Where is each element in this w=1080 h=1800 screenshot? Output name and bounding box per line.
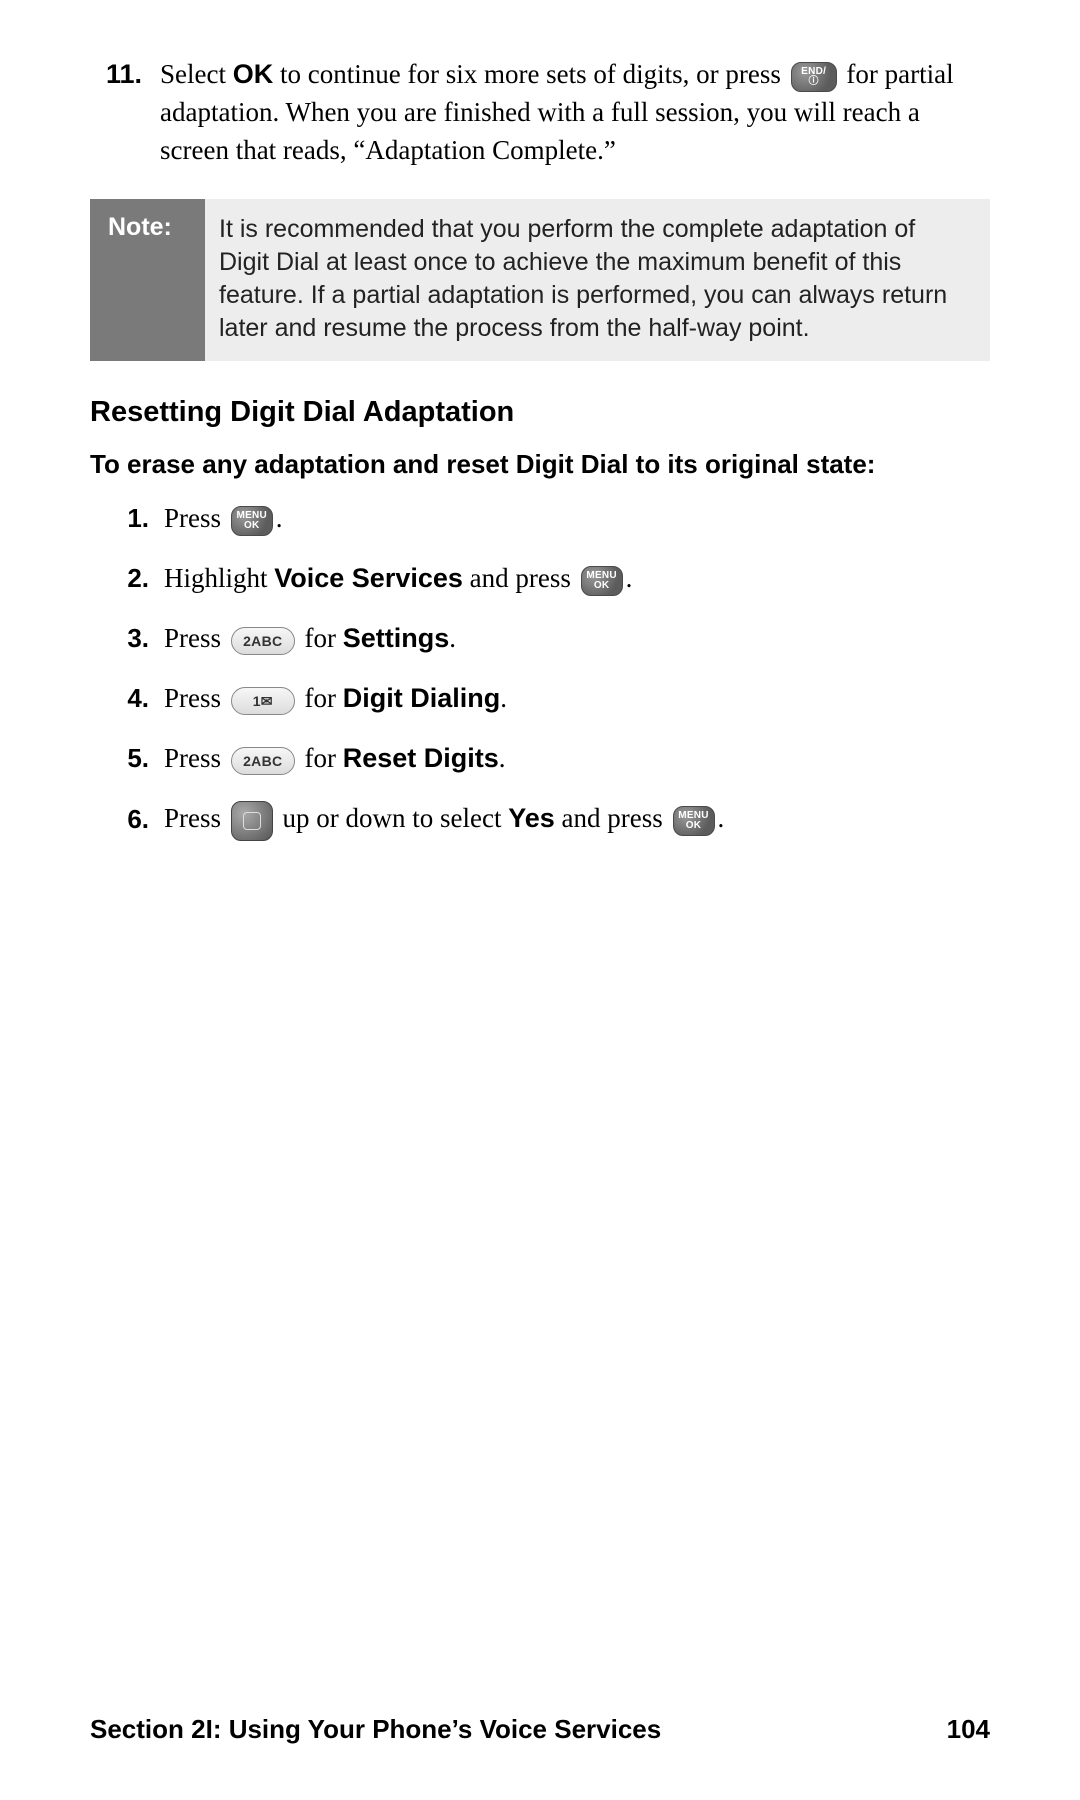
s1-a: Press xyxy=(164,503,228,533)
reset-step-6-text: Press up or down to select Yes and press… xyxy=(164,798,724,841)
s2-b: and press xyxy=(463,563,578,593)
key-1-icon: 1✉ xyxy=(231,687,295,715)
s2-c: . xyxy=(626,563,633,593)
reset-step-3: 3. Press 2ABC for Settings. xyxy=(124,618,990,658)
s3-b: for xyxy=(298,623,343,653)
step-11-number: 11. xyxy=(100,55,160,169)
reset-step-6-num: 6. xyxy=(124,804,164,835)
s3-bold: Settings xyxy=(343,623,450,653)
s4-b: for xyxy=(298,683,343,713)
s1-b: . xyxy=(276,503,283,533)
s4-a: Press xyxy=(164,683,228,713)
s5-a: Press xyxy=(164,743,228,773)
s6-c: and press xyxy=(555,803,670,833)
reset-step-4-text: Press 1✉ for Digit Dialing. xyxy=(164,678,507,718)
subheading-reset: Resetting Digit Dial Adaptation xyxy=(90,396,990,429)
reset-step-4-num: 4. xyxy=(124,683,164,714)
note-body: It is recommended that you perform the c… xyxy=(205,199,990,361)
s3-a: Press xyxy=(164,623,228,653)
s5-c: . xyxy=(499,743,506,773)
s6-bold: Yes xyxy=(508,803,555,833)
key-2abc-icon: 2ABC xyxy=(231,627,295,655)
page-footer: Section 2I: Using Your Phone’s Voice Ser… xyxy=(90,1714,990,1745)
s5-bold: Reset Digits xyxy=(343,743,499,773)
note-label: Note: xyxy=(90,199,205,361)
menu-ok-key-icon: MENU OK xyxy=(673,806,715,836)
footer-section: Section 2I: Using Your Phone’s Voice Ser… xyxy=(90,1714,661,1745)
s2-bold: Voice Services xyxy=(274,563,463,593)
s5-b: for xyxy=(298,743,343,773)
intro-line: To erase any adaptation and reset Digit … xyxy=(90,449,990,480)
step-11-body: Select OK to continue for six more sets … xyxy=(160,55,990,169)
menu-ok-key-icon: MENU OK xyxy=(581,566,623,596)
reset-step-4: 4. Press 1✉ for Digit Dialing. xyxy=(124,678,990,718)
reset-step-3-num: 3. xyxy=(124,623,164,654)
reset-step-1: 1. Press MENU OK. xyxy=(124,498,990,538)
s4-bold: Digit Dialing xyxy=(343,683,501,713)
nav-key-icon xyxy=(231,801,273,841)
note-block: Note: It is recommended that you perform… xyxy=(90,199,990,361)
reset-step-2-text: Highlight Voice Services and press MENU … xyxy=(164,558,632,598)
s6-b: up or down to select xyxy=(276,803,508,833)
reset-step-5-num: 5. xyxy=(124,743,164,774)
steps-list: 1. Press MENU OK. 2. Highlight Voice Ser… xyxy=(90,498,990,841)
reset-step-5: 5. Press 2ABC for Reset Digits. xyxy=(124,738,990,778)
menu-ok-key-icon: MENU OK xyxy=(231,506,273,536)
end-key-icon: END/ⓘ xyxy=(791,62,837,92)
reset-step-6: 6. Press up or down to select Yes and pr… xyxy=(124,798,990,841)
reset-step-3-text: Press 2ABC for Settings. xyxy=(164,618,456,658)
s6-d: . xyxy=(718,803,725,833)
s6-a: Press xyxy=(164,803,228,833)
reset-step-1-num: 1. xyxy=(124,503,164,534)
s2-a: Highlight xyxy=(164,563,274,593)
s4-c: . xyxy=(500,683,507,713)
page: 11. Select OK to continue for six more s… xyxy=(0,0,1080,1800)
footer-page-number: 104 xyxy=(947,1714,990,1745)
step-11-text-2: to continue for six more sets of digits,… xyxy=(273,59,787,89)
key-2abc-icon: 2ABC xyxy=(231,747,295,775)
reset-step-5-text: Press 2ABC for Reset Digits. xyxy=(164,738,506,778)
s3-c: . xyxy=(449,623,456,653)
reset-step-2: 2. Highlight Voice Services and press ME… xyxy=(124,558,990,598)
step-11: 11. Select OK to continue for six more s… xyxy=(90,55,990,169)
reset-step-2-num: 2. xyxy=(124,563,164,594)
step-11-ok: OK xyxy=(233,59,274,89)
reset-step-1-text: Press MENU OK. xyxy=(164,498,283,538)
step-11-text-1: Select xyxy=(160,59,233,89)
